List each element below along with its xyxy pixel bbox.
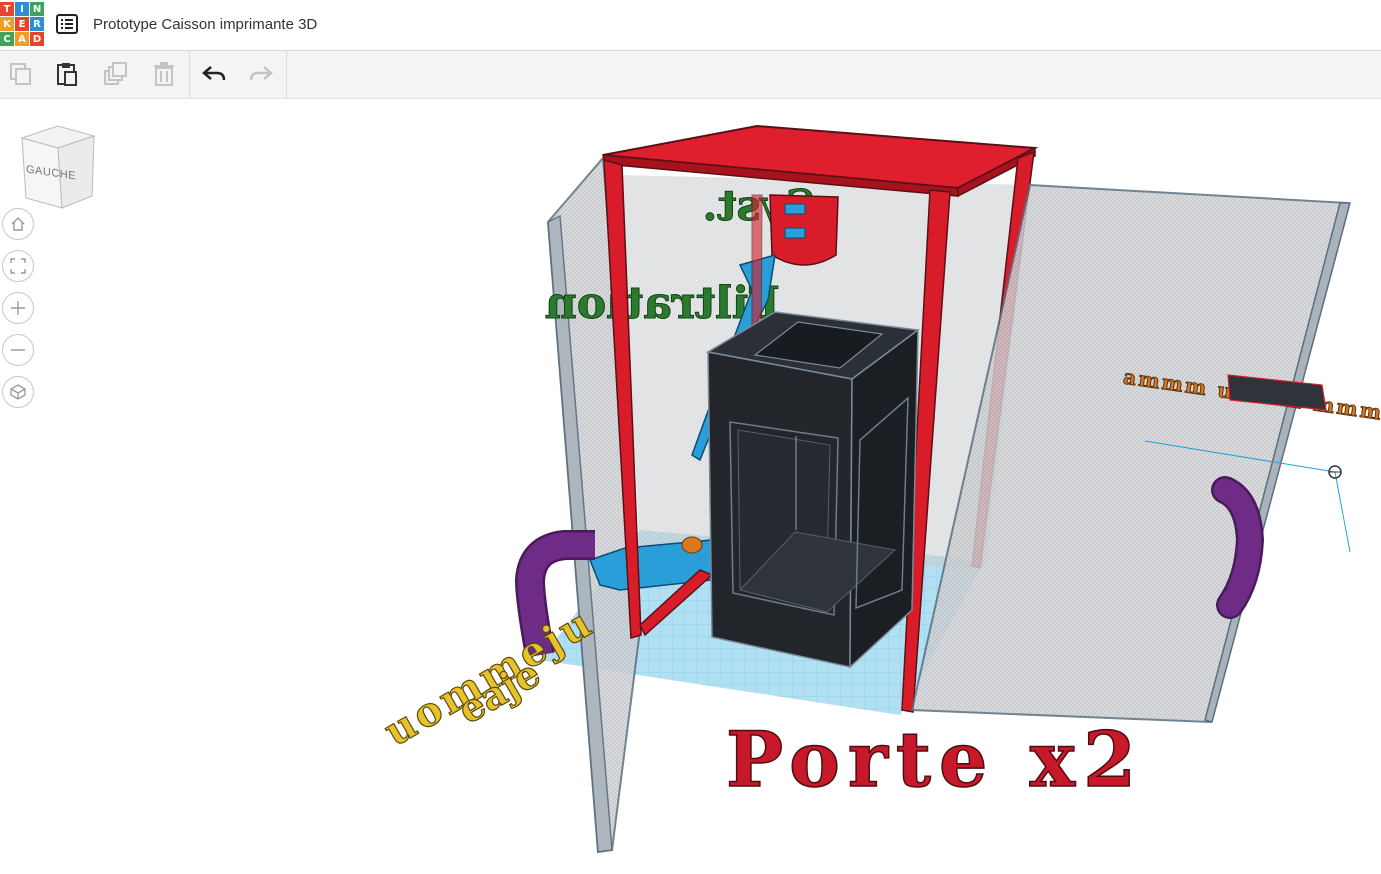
redo-icon (249, 66, 273, 81)
duplicate-icon (104, 62, 127, 85)
ortho-toggle-button[interactable] (2, 376, 34, 408)
logo-letter: K (0, 17, 14, 31)
logo-letter: C (0, 32, 14, 46)
design-menu-icon[interactable] (56, 14, 78, 34)
logo-letter: N (30, 2, 44, 16)
home-view-button[interactable] (2, 208, 34, 240)
logo-letter: R (30, 17, 44, 31)
top-bar: TIN KER CAD Prototype Caisson imprimante 3… (0, 0, 1381, 51)
delete-button[interactable] (149, 59, 179, 89)
duplicate-button[interactable] (101, 59, 131, 89)
fit-view-button[interactable] (2, 250, 34, 282)
porte-x2-text[interactable]: Porte x2 (725, 714, 1137, 805)
logo-letter: D (30, 32, 44, 46)
tinkercad-logo[interactable]: TIN KER CAD (0, 2, 44, 47)
cube-icon (10, 384, 26, 400)
zoom-out-button[interactable] (2, 334, 34, 366)
zoom-in-button[interactable] (2, 292, 34, 324)
paste-icon (57, 63, 77, 86)
scene-canvas[interactable]: Syst. Filtration ammm ummm mmm (0, 99, 1381, 874)
fit-view-icon (10, 258, 26, 274)
logo-letter: E (15, 17, 29, 31)
plus-icon (11, 301, 25, 315)
minus-icon (11, 349, 25, 351)
paste-button[interactable] (52, 59, 82, 89)
project-title[interactable]: Prototype Caisson imprimante 3D (93, 16, 317, 33)
logo-letter: T (0, 2, 14, 16)
trash-icon (154, 62, 174, 86)
undo-button[interactable] (199, 59, 229, 89)
redo-button[interactable] (246, 59, 276, 89)
edit-toolbar (0, 51, 1381, 99)
logo-letter: I (15, 2, 29, 16)
3d-viewport[interactable]: Syst. Filtration ammm ummm mmm (0, 99, 1381, 874)
logo-letter: A (15, 32, 29, 46)
home-icon (11, 217, 25, 231)
copy-icon (10, 63, 31, 85)
undo-icon (202, 66, 226, 81)
copy-button[interactable] (6, 59, 36, 89)
view-cube[interactable]: GAUCHE (18, 122, 98, 212)
